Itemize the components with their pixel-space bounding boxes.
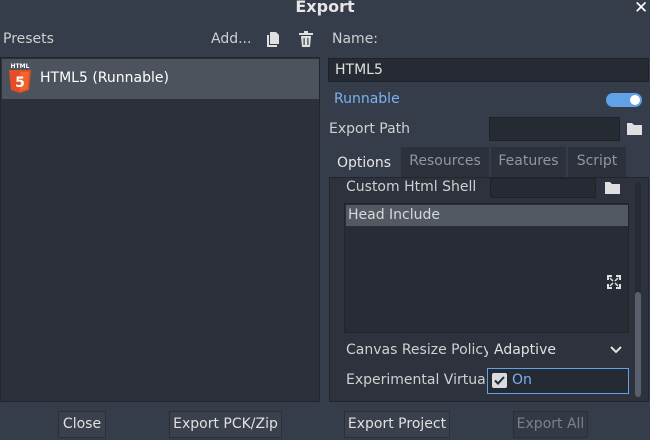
folder-icon — [605, 182, 620, 194]
trash-icon[interactable] — [298, 31, 314, 47]
canvas-resize-policy-select[interactable]: Adaptive — [488, 338, 628, 364]
head-include-label: Head Include — [346, 205, 628, 226]
custom-html-shell-label: Custom Html Shell — [346, 179, 477, 195]
checkmark-icon — [492, 373, 507, 388]
close-icon[interactable]: ✕ — [634, 0, 650, 18]
experimental-virtual-value: On — [512, 372, 532, 388]
folder-icon — [627, 123, 642, 135]
tab-features[interactable]: Features — [491, 147, 566, 177]
experimental-virtual-checkbox[interactable]: On — [487, 368, 629, 394]
toggle-knob — [630, 95, 640, 105]
head-include-textarea[interactable]: Head Include — [344, 203, 629, 333]
presets-label: Presets — [3, 31, 54, 47]
preset-list: HTML 5 HTML5 (Runnable) — [0, 57, 320, 402]
add-preset-button[interactable]: Add... — [211, 31, 251, 47]
canvas-resize-policy-value: Adaptive — [494, 342, 556, 358]
export-path-field[interactable] — [489, 117, 620, 141]
svg-text:5: 5 — [15, 75, 25, 91]
custom-html-shell-browse-button[interactable] — [600, 179, 626, 197]
tab-script[interactable]: Script — [568, 147, 626, 177]
experimental-virtual-label: Experimental Virtual — [346, 372, 486, 388]
title-bar: Export ✕ — [0, 0, 650, 18]
custom-html-shell-field[interactable] — [490, 178, 596, 198]
close-button[interactable]: Close — [58, 411, 106, 438]
tab-options[interactable]: Options — [329, 147, 399, 177]
expand-icon[interactable] — [606, 274, 622, 290]
duplicate-icon[interactable] — [266, 31, 280, 47]
export-all-button[interactable]: Export All — [513, 411, 588, 438]
tab-resources[interactable]: Resources — [401, 147, 489, 177]
svg-text:HTML: HTML — [11, 63, 30, 70]
list-item[interactable]: HTML 5 HTML5 (Runnable) — [2, 59, 319, 99]
export-path-label: Export Path — [329, 121, 411, 137]
scrollbar-thumb[interactable] — [635, 292, 641, 397]
options-panel: Custom Html Shell Head Include Canvas Re… — [329, 177, 649, 402]
runnable-label: Runnable — [334, 91, 400, 107]
runnable-toggle[interactable] — [606, 93, 642, 107]
export-pck-zip-button[interactable]: Export PCK/Zip — [169, 411, 282, 438]
chevron-down-icon — [610, 346, 622, 354]
export-project-button[interactable]: Export Project — [344, 411, 450, 438]
preset-name: HTML5 (Runnable) — [40, 70, 169, 86]
name-field[interactable] — [328, 58, 649, 82]
options-scrollbar[interactable] — [635, 182, 641, 397]
html5-icon: HTML 5 — [9, 63, 31, 93]
name-label: Name: — [332, 31, 379, 47]
canvas-resize-policy-label: Canvas Resize Policy — [346, 342, 492, 358]
window-title: Export — [295, 0, 355, 16]
export-path-browse-button[interactable] — [620, 117, 649, 141]
